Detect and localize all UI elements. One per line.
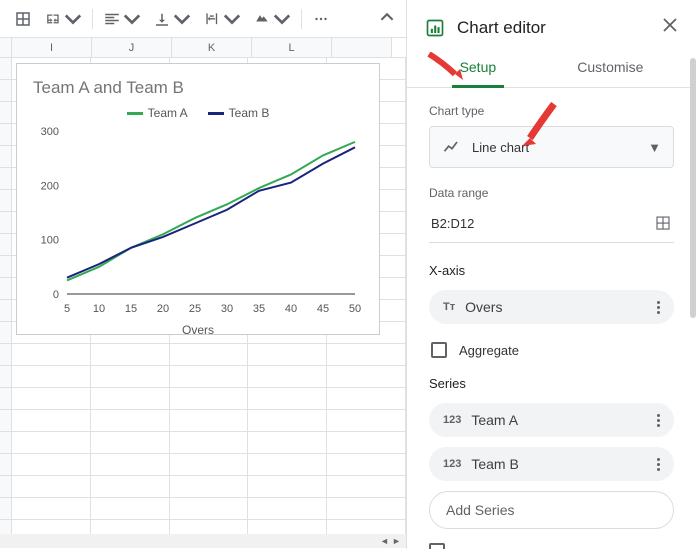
merge-icon — [44, 10, 62, 28]
xaxis-chip[interactable]: Tᴛ Overs — [429, 290, 674, 324]
column-header[interactable]: I — [12, 38, 92, 57]
column-header[interactable]: J — [92, 38, 172, 57]
more-icon[interactable] — [657, 301, 660, 314]
series-section-label: Series — [429, 376, 674, 391]
rotate-icon — [253, 10, 271, 28]
switch-checkbox[interactable] — [429, 543, 445, 549]
valign-button[interactable] — [147, 6, 197, 32]
series-chip[interactable]: 123 Team B — [429, 447, 674, 481]
svg-text:25: 25 — [189, 303, 201, 315]
chart-object[interactable]: Team A and Team B Team A Team B 0 100 200 3… — [16, 63, 380, 335]
annotation-arrow-icon — [427, 52, 467, 82]
series-value: Team A — [471, 412, 518, 428]
column-header[interactable]: K — [172, 38, 252, 57]
text-type-icon: Tᴛ — [443, 301, 455, 313]
xaxis-value: Overs — [465, 299, 502, 315]
tab-scroll-left[interactable]: ◄ — [380, 536, 390, 546]
svg-text:15: 15 — [125, 303, 137, 315]
number-type-icon: 123 — [443, 414, 461, 426]
editor-title: Chart editor — [457, 18, 650, 38]
chevron-down-icon — [273, 10, 291, 28]
line-chart-icon — [442, 137, 462, 157]
chevron-down-icon — [64, 10, 82, 28]
aggregate-row[interactable]: Aggregate — [429, 334, 674, 376]
svg-text:100: 100 — [41, 235, 59, 247]
tab-customise[interactable]: Customise — [569, 49, 651, 87]
align-icon — [103, 10, 121, 28]
collapse-toolbar-button[interactable] — [376, 6, 398, 31]
svg-text:50: 50 — [349, 303, 361, 315]
chevron-down-icon — [123, 10, 141, 28]
add-series-button[interactable]: Add Series — [429, 491, 674, 529]
chart-plot: 0 100 200 300 5 10 15 20 25 30 35 40 45 50 — [25, 126, 365, 316]
annotation-arrow-icon — [520, 102, 560, 148]
svg-text:30: 30 — [221, 303, 233, 315]
aggregate-checkbox[interactable] — [431, 342, 447, 358]
legend-label: Team B — [229, 106, 270, 120]
chevron-down-icon: ▼ — [648, 140, 661, 155]
data-range-value: B2:D12 — [431, 216, 474, 231]
legend-swatch — [208, 112, 224, 115]
aggregate-label: Aggregate — [459, 343, 519, 358]
svg-text:5: 5 — [64, 303, 70, 315]
corner-cell — [0, 38, 12, 57]
svg-text:20: 20 — [157, 303, 169, 315]
chevron-down-icon — [173, 10, 191, 28]
svg-text:35: 35 — [253, 303, 265, 315]
rotate-button[interactable] — [247, 6, 297, 32]
merge-button[interactable] — [38, 6, 88, 32]
series-chip[interactable]: 123 Team A — [429, 403, 674, 437]
legend-item: Team B — [208, 106, 270, 120]
column-headers: I J K L — [0, 38, 406, 58]
valign-icon — [153, 10, 171, 28]
more-button[interactable] — [306, 6, 336, 32]
chart-legend: Team A Team B — [25, 106, 371, 120]
legend-label: Team A — [148, 106, 188, 120]
borders-icon — [14, 10, 32, 28]
separator — [92, 9, 93, 29]
close-button[interactable] — [662, 16, 678, 39]
close-icon — [662, 17, 678, 33]
legend-item: Team A — [127, 106, 188, 120]
svg-text:200: 200 — [41, 180, 59, 192]
sheet-tab-nav: ◄ ► — [0, 534, 406, 548]
separator — [301, 9, 302, 29]
xaxis-section-label: X-axis — [429, 263, 674, 278]
tab-scroll-right[interactable]: ► — [392, 536, 402, 546]
svg-text:0: 0 — [53, 289, 59, 301]
align-button[interactable] — [97, 6, 147, 32]
chevron-up-icon — [380, 10, 394, 24]
svg-text:45: 45 — [317, 303, 329, 315]
more-icon — [312, 10, 330, 28]
wrap-icon — [203, 10, 221, 28]
number-type-icon: 123 — [443, 458, 461, 470]
more-icon[interactable] — [657, 458, 660, 471]
wrap-button[interactable] — [197, 6, 247, 32]
series-value: Team B — [471, 456, 518, 472]
chart-editor-icon — [425, 18, 445, 38]
data-range-field[interactable]: B2:D12 — [429, 208, 674, 243]
chart-title: Team A and Team B — [25, 74, 371, 106]
data-range-label: Data range — [429, 186, 674, 200]
chart-editor-panel: Chart editor Setup Customise Chart type … — [406, 0, 696, 549]
more-icon[interactable] — [657, 414, 660, 427]
svg-text:10: 10 — [93, 303, 105, 315]
svg-text:300: 300 — [41, 126, 59, 138]
spreadsheet-area: I J K L Team A and Team B Team A Team B … — [0, 38, 406, 548]
legend-swatch — [127, 112, 143, 115]
svg-text:40: 40 — [285, 303, 297, 315]
chevron-down-icon — [223, 10, 241, 28]
switch-rows-row[interactable] — [429, 543, 674, 549]
scrollbar[interactable] — [690, 58, 696, 318]
editor-header: Chart editor — [407, 0, 696, 49]
toolbar — [0, 0, 406, 38]
editor-body: Chart type Line chart ▼ Data range B2:D1… — [407, 88, 696, 549]
select-range-icon[interactable] — [654, 214, 672, 232]
chart-xlabel: Overs — [25, 323, 371, 337]
column-header[interactable]: L — [252, 38, 332, 57]
borders-button[interactable] — [8, 6, 38, 32]
column-header[interactable] — [332, 38, 392, 57]
